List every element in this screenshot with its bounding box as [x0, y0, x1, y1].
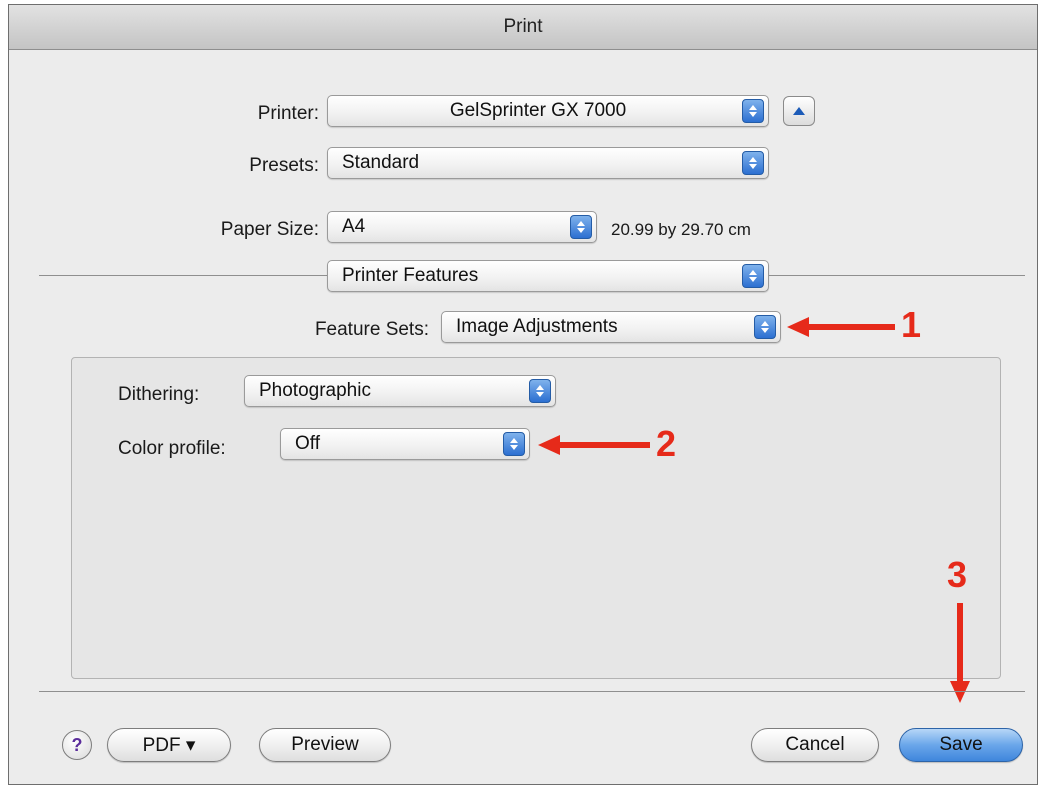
- save-button-label: Save: [939, 734, 983, 755]
- paper-size-value: A4: [342, 216, 366, 237]
- annotation-step-3: 3: [947, 554, 968, 595]
- print-dialog: Print Printer: GelSprinter GX 7000 Prese…: [8, 4, 1038, 785]
- annotation-arrow-1-shaft: [807, 324, 895, 330]
- dithering-popup[interactable]: Photographic: [244, 375, 556, 407]
- window-title: Print: [503, 16, 543, 37]
- feature-sets-value: Image Adjustments: [456, 316, 618, 337]
- help-button[interactable]: ?: [62, 730, 92, 760]
- feature-options-panel: Dithering: Photographic Color profile: O…: [71, 357, 1001, 679]
- feature-sets-label: Feature Sets:: [314, 319, 429, 340]
- annotation-arrow-2-head: [538, 435, 560, 455]
- printer-value: GelSprinter GX 7000: [449, 100, 627, 121]
- cancel-button-label: Cancel: [785, 734, 845, 755]
- paper-size-popup[interactable]: A4: [327, 211, 597, 243]
- color-profile-popup[interactable]: Off: [280, 428, 530, 460]
- triangle-up-icon: [793, 107, 805, 115]
- annotation-step-1: 1: [901, 304, 922, 345]
- feature-sets-stepper-icon: [754, 315, 776, 339]
- cancel-button[interactable]: Cancel: [751, 728, 879, 762]
- printer-popup[interactable]: GelSprinter GX 7000: [327, 95, 769, 127]
- title-bar: Print: [9, 5, 1037, 50]
- save-button[interactable]: Save: [899, 728, 1023, 762]
- dithering-stepper-icon: [529, 379, 551, 403]
- section-divider-right: [769, 275, 1025, 276]
- annotation-arrow-1-head: [787, 317, 809, 337]
- annotation-step-2: 2: [656, 423, 677, 464]
- bottom-divider: [39, 691, 1025, 692]
- presets-stepper-icon: [742, 151, 764, 175]
- section-popup[interactable]: Printer Features: [327, 260, 769, 292]
- feature-sets-popup[interactable]: Image Adjustments: [441, 311, 781, 343]
- preview-button-label: Preview: [291, 734, 359, 755]
- annotation-arrow-3-head: [950, 681, 970, 703]
- section-divider-left: [39, 275, 327, 276]
- paper-size-stepper-icon: [570, 215, 592, 239]
- printer-label: Printer:: [257, 103, 319, 124]
- annotation-arrow-2-shaft: [558, 442, 650, 448]
- presets-popup[interactable]: Standard: [327, 147, 769, 179]
- presets-value: Standard: [342, 152, 420, 173]
- preview-button[interactable]: Preview: [259, 728, 391, 762]
- section-value: Printer Features: [342, 265, 479, 286]
- presets-label: Presets:: [249, 155, 319, 176]
- color-profile-label: Color profile:: [118, 438, 226, 459]
- color-profile-stepper-icon: [503, 432, 525, 456]
- help-icon: ?: [71, 734, 83, 755]
- printer-stepper-icon: [742, 99, 764, 123]
- section-stepper-icon: [742, 264, 764, 288]
- color-profile-value: Off: [295, 433, 320, 454]
- disclosure-button[interactable]: [783, 96, 815, 126]
- dithering-value: Photographic: [259, 380, 371, 401]
- annotation-arrow-3-shaft: [957, 603, 963, 683]
- paper-size-label: Paper Size:: [220, 219, 319, 240]
- paper-dimensions: 20.99 by 29.70 cm: [611, 220, 751, 239]
- pdf-button[interactable]: PDF ▾: [107, 728, 231, 762]
- pdf-button-label: PDF ▾: [142, 734, 196, 756]
- dithering-label: Dithering:: [118, 384, 200, 405]
